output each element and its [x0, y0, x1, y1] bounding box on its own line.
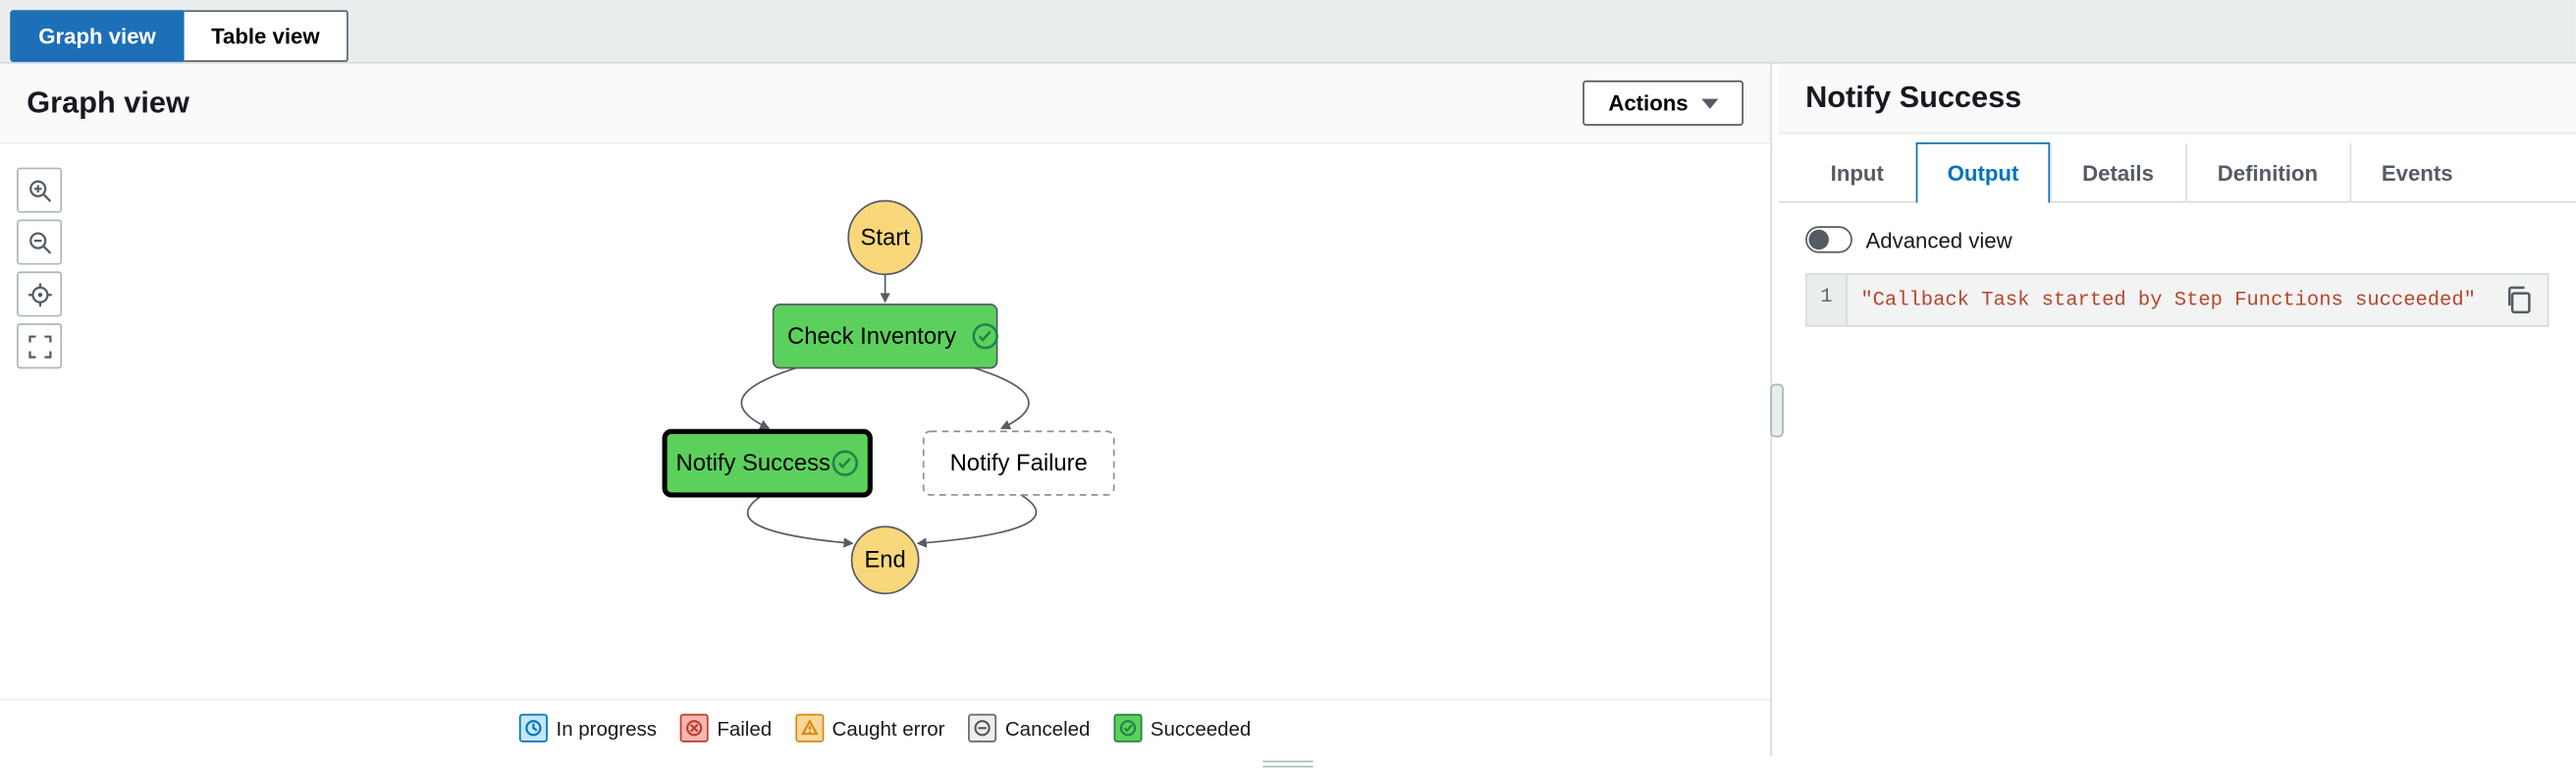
code-line-number: 1 — [1807, 275, 1848, 325]
graph-panel-header: Graph view Actions — [0, 64, 1770, 144]
legend: In progress Failed Caught error Canceled — [0, 698, 1770, 755]
svg-text:Start: Start — [860, 224, 910, 250]
graph-canvas[interactable]: Start Check Inventory Notify Success — [0, 144, 1770, 699]
tab-input[interactable]: Input — [1798, 142, 1915, 202]
zoom-controls — [17, 168, 62, 369]
canceled-icon — [968, 714, 996, 743]
details-body: Advanced view 1 "Callback Task started b… — [1779, 202, 2576, 350]
succeeded-icon — [1113, 714, 1142, 743]
svg-text:Notify Success: Notify Success — [676, 450, 831, 476]
failed-icon — [680, 714, 709, 743]
svg-text:End: End — [864, 547, 905, 574]
tab-definition[interactable]: Definition — [2185, 142, 2349, 202]
node-check-inventory[interactable]: Check Inventory — [774, 304, 997, 368]
details-panel-title: Notify Success — [1805, 81, 2021, 116]
expand-icon — [27, 334, 51, 358]
legend-in-progress: In progress — [519, 714, 657, 743]
main-split: Graph view Actions — [0, 64, 2576, 756]
advanced-view-row: Advanced view — [1805, 226, 2549, 252]
actions-button-label: Actions — [1608, 90, 1688, 116]
node-notify-failure[interactable]: Notify Failure — [924, 431, 1114, 495]
advanced-view-toggle[interactable] — [1805, 226, 1852, 252]
details-tabs: Input Output Details Definition Events — [1779, 140, 2576, 202]
legend-canceled: Canceled — [968, 714, 1090, 743]
caught-error-icon — [795, 714, 824, 743]
graph-panel: Graph view Actions — [0, 64, 1772, 756]
details-panel-header: Notify Success — [1779, 64, 2576, 135]
center-button[interactable] — [17, 271, 62, 316]
caret-down-icon — [1701, 98, 1718, 108]
tab-details[interactable]: Details — [2051, 142, 2186, 202]
tab-graph-view[interactable]: Graph view — [10, 10, 185, 62]
graph-panel-title: Graph view — [27, 85, 189, 121]
node-start[interactable]: Start — [848, 201, 922, 275]
vertical-resize-handle[interactable] — [1772, 64, 1779, 756]
svg-text:Check Inventory: Check Inventory — [787, 323, 956, 350]
tab-table-view[interactable]: Table view — [185, 10, 349, 62]
view-tabs: Graph view Table view — [0, 0, 2576, 64]
fullscreen-button[interactable] — [17, 323, 62, 368]
zoom-in-icon — [27, 179, 51, 202]
details-panel: Notify Success Input Output Details Defi… — [1779, 64, 2576, 756]
legend-failed: Failed — [680, 714, 772, 743]
advanced-view-label: Advanced view — [1865, 227, 2012, 252]
tab-events[interactable]: Events — [2349, 142, 2485, 202]
node-notify-success[interactable]: Notify Success — [665, 431, 870, 495]
legend-caught-error: Caught error — [795, 714, 944, 743]
svg-text:Notify Failure: Notify Failure — [950, 450, 1088, 476]
copy-icon[interactable] — [2503, 285, 2534, 315]
actions-button[interactable]: Actions — [1583, 81, 1744, 126]
grip-icon — [1262, 761, 1313, 768]
zoom-out-button[interactable] — [17, 219, 62, 264]
node-end[interactable]: End — [852, 526, 919, 593]
zoom-in-button[interactable] — [17, 168, 62, 213]
toggle-knob — [1808, 230, 1828, 249]
tab-output[interactable]: Output — [1915, 142, 2050, 202]
code-content: "Callback Task started by Step Functions… — [1860, 288, 2476, 311]
legend-succeeded: Succeeded — [1113, 714, 1251, 743]
crosshair-icon — [27, 282, 51, 305]
workflow-svg: Start Check Inventory Notify Success — [0, 144, 1770, 699]
in-progress-icon — [519, 714, 548, 743]
output-code-block: 1 "Callback Task started by Step Functio… — [1805, 273, 2549, 327]
zoom-out-icon — [27, 231, 51, 254]
